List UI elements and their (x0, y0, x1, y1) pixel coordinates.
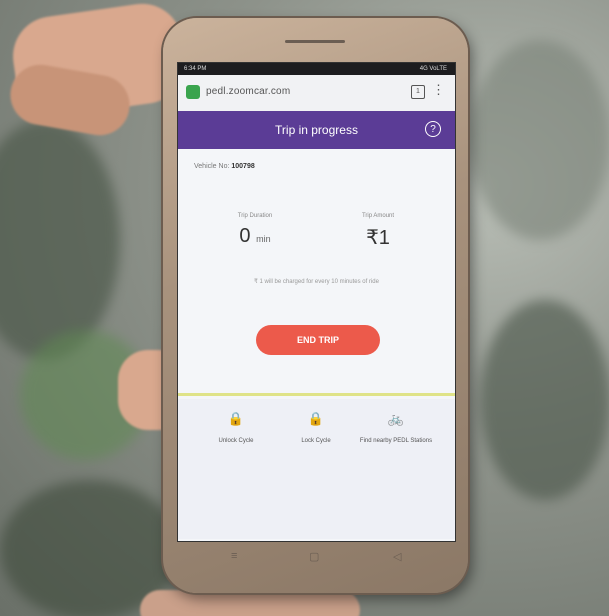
duration-value: 0 (239, 225, 251, 247)
end-trip-button[interactable]: END TRIP (256, 325, 380, 355)
browser-url-bar[interactable]: pedl.zoomcar.com 1 ⋮ (178, 75, 455, 112)
page-title: Trip in progress (275, 123, 358, 137)
status-time: 6:34 PM (184, 66, 207, 72)
background-blur (470, 40, 609, 240)
trip-amount: Trip Amount ₹1 (323, 213, 433, 250)
smartphone: 6:34 PM 4G VoLTE pedl.zoomcar.com 1 ⋮ Tr… (163, 18, 468, 593)
duration-unit: min (256, 234, 271, 244)
app-header: Trip in progress ? (178, 111, 455, 149)
help-icon[interactable]: ? (425, 121, 441, 137)
section-divider (178, 393, 455, 396)
background-blur (480, 300, 609, 500)
menu-key-icon[interactable]: ≡ (231, 550, 237, 562)
stat-label: Trip Duration (237, 213, 273, 219)
stat-label: Trip Amount (361, 213, 395, 219)
action-label: Unlock Cycle (218, 438, 254, 444)
find-stations-button[interactable]: 🚲 Find nearby PEDL Stations (356, 411, 436, 445)
lock-icon: 🔒 (307, 411, 325, 426)
stat-value: 0 min (200, 225, 310, 248)
tabs-button[interactable]: 1 (411, 85, 425, 99)
background-blur (0, 120, 120, 360)
trip-actions: 🔒 Unlock Cycle 🔒 Lock Cycle 🚲 Find nearb… (178, 399, 455, 539)
status-bar: 6:34 PM 4G VoLTE (178, 63, 455, 75)
vehicle-value: 100798 (231, 163, 255, 170)
earpiece (285, 40, 345, 43)
unlock-cycle-button[interactable]: 🔒 Unlock Cycle (196, 411, 276, 445)
url-text[interactable]: pedl.zoomcar.com (206, 86, 290, 97)
amount-value: ₹1 (366, 227, 390, 249)
status-icons: 4G VoLTE (419, 66, 447, 72)
vehicle-number: Vehicle No: 100798 (194, 163, 255, 170)
hardware-nav-keys: ≡ ▢ ◁ (163, 550, 468, 574)
lock-cycle-button[interactable]: 🔒 Lock Cycle (276, 411, 356, 445)
hand (140, 590, 360, 616)
vehicle-label: Vehicle No: (194, 163, 230, 170)
home-key-icon[interactable]: ▢ (309, 550, 319, 563)
action-label: Find nearby PEDL Stations (359, 438, 433, 444)
secure-lock-icon (186, 85, 200, 99)
browser-menu-icon[interactable]: ⋮ (432, 83, 445, 97)
trip-duration: Trip Duration 0 min (200, 213, 310, 248)
bicycle-icon: 🚲 (387, 411, 405, 426)
action-label: Lock Cycle (301, 438, 331, 444)
stat-value: ₹1 (323, 225, 433, 250)
lock-icon: 🔒 (227, 411, 245, 426)
back-key-icon[interactable]: ◁ (393, 550, 401, 563)
phone-screen: 6:34 PM 4G VoLTE pedl.zoomcar.com 1 ⋮ Tr… (177, 62, 456, 542)
billing-note: ₹ 1 will be charged for every 10 minutes… (254, 279, 379, 285)
